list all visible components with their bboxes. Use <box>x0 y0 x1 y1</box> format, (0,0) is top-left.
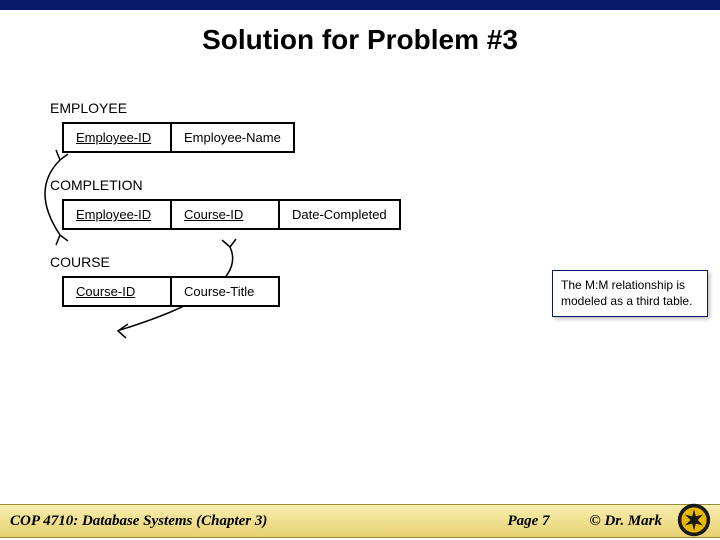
course-col-title: Course-Title <box>170 276 280 307</box>
completion-table-label: COMPLETION <box>50 177 670 193</box>
course-col-id: Course-ID <box>62 276 172 307</box>
top-accent-bar <box>0 0 720 10</box>
footer-course: COP 4710: Database Systems (Chapter 3) <box>10 513 487 530</box>
slide-title: Solution for Problem #3 <box>0 0 720 74</box>
employee-col-name: Employee-Name <box>170 122 295 153</box>
employee-table-label: EMPLOYEE <box>50 100 670 116</box>
completion-col-date: Date-Completed <box>278 199 401 230</box>
completion-col-empid: Employee-ID <box>62 199 172 230</box>
course-table-label: COURSE <box>50 254 670 270</box>
employee-col-id: Employee-ID <box>62 122 172 153</box>
completion-table-row: Employee-ID Course-ID Date-Completed <box>62 199 670 230</box>
footer-bar: COP 4710: Database Systems (Chapter 3) P… <box>0 504 720 538</box>
ucf-logo-icon <box>676 502 712 538</box>
employee-table-row: Employee-ID Employee-Name <box>62 122 670 153</box>
footer-page: Page 7 <box>487 513 589 530</box>
callout-note: The M:M relationship is modeled as a thi… <box>552 270 708 317</box>
completion-col-courseid: Course-ID <box>170 199 280 230</box>
